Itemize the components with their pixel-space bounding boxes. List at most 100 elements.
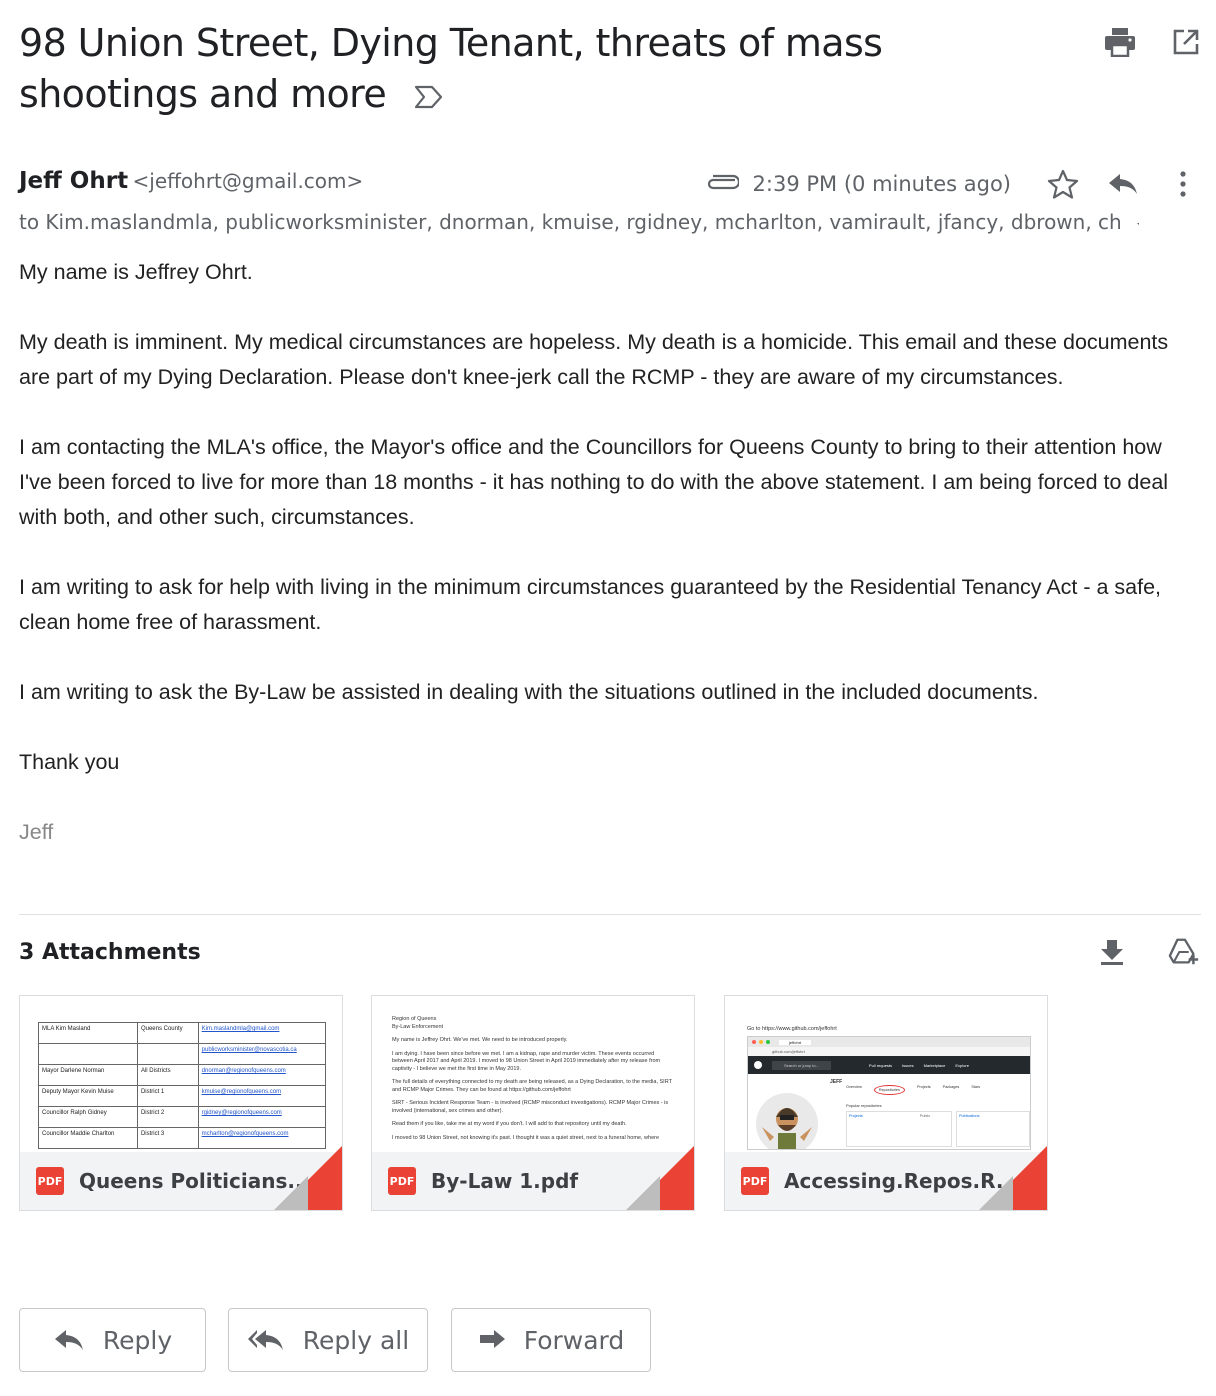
recipients-text: to Kim.maslandmla, publicworksminister, … bbox=[19, 210, 1122, 234]
body-paragraph: Thank you bbox=[19, 750, 120, 774]
preview-line: By-Law Enforcement bbox=[392, 1023, 444, 1030]
preview-cell bbox=[136, 1043, 199, 1065]
preview-cell: dnorman@regionofqueens.com bbox=[197, 1064, 327, 1086]
preview-cell: Mayor Darlene Norman bbox=[38, 1064, 138, 1086]
preview-browser-window: jeffohrt github.com/jeffohrt Search or j… bbox=[747, 1036, 1031, 1150]
preview-profile-tab: Projects bbox=[916, 1085, 931, 1089]
preview-repo: Projects bbox=[849, 1114, 863, 1118]
attachments-divider bbox=[19, 914, 1201, 915]
preview-cell: MLA Kim Masland bbox=[38, 1022, 138, 1044]
subject-text: 98 Union Street, Dying Tenant, threats o… bbox=[19, 21, 883, 116]
attachment-preview: Go to https://www.github.com/jeffohrt je… bbox=[725, 996, 1047, 1152]
preview-cell: Deputy Mayor Kevin Muise bbox=[38, 1085, 138, 1107]
preview-line: I am dying. I have been since before we … bbox=[392, 1050, 661, 1072]
attachment-preview: MLA Kim Masland Queens County Kim.maslandm… bbox=[20, 996, 342, 1152]
recipients-line[interactable]: to Kim.maslandmla, publicworksminister, … bbox=[19, 210, 1139, 236]
page-fold-corner-icon bbox=[626, 1146, 694, 1210]
preview-profile-tab: Stars bbox=[971, 1085, 981, 1089]
preview-goto-text: Go to https://www.github.com/jeffohrt bbox=[747, 1026, 837, 1032]
sender-email[interactable]: <jeffohrt@gmail.com> bbox=[133, 169, 364, 193]
preview-line: My name is Jeffrey Ohrt. We've met. We n… bbox=[392, 1037, 568, 1043]
attachment-card-queens-politicians[interactable]: MLA Kim Masland Queens County Kim.maslandm… bbox=[19, 995, 343, 1211]
more-options-icon[interactable] bbox=[1167, 168, 1199, 200]
sender-row: Jeff Ohrt <jeffohrt@gmail.com> 2:39 PM (… bbox=[19, 168, 1199, 204]
reply-button-label: Reply bbox=[102, 1325, 173, 1355]
preview-nav-item: Issues bbox=[902, 1062, 914, 1068]
pdf-icon: PDF bbox=[36, 1167, 64, 1195]
preview-line: The full details of everything connected… bbox=[392, 1079, 672, 1093]
preview-profile-tab: Overview bbox=[846, 1085, 862, 1089]
preview-cell: District 3 bbox=[136, 1127, 199, 1149]
body-paragraph: My death is imminent. My medical circums… bbox=[19, 330, 1169, 389]
sender-name[interactable]: Jeff Ohrt bbox=[19, 168, 128, 194]
forward-button[interactable]: Forward bbox=[451, 1308, 651, 1372]
preview-line: I moved to 98 Union Street, not knowing … bbox=[392, 1134, 660, 1141]
preview-table: MLA Kim Masland Queens County Kim.maslandm… bbox=[38, 1022, 327, 1149]
reply-all-button-label: Reply all bbox=[302, 1325, 410, 1355]
reply-all-arrow-icon bbox=[247, 1330, 283, 1350]
preview-profile-tab: Repositories bbox=[873, 1085, 905, 1095]
page-fold-corner-icon bbox=[274, 1146, 342, 1210]
preview-nav-item: Explore bbox=[955, 1062, 969, 1068]
preview-popular: Popular repositories bbox=[846, 1103, 882, 1108]
forward-button-label: Forward bbox=[523, 1325, 625, 1355]
preview-repo-visibility: Public bbox=[919, 1114, 931, 1118]
preview-cell: District 1 bbox=[136, 1085, 199, 1107]
pdf-icon: PDF bbox=[741, 1167, 769, 1195]
reply-arrow-icon bbox=[54, 1330, 83, 1350]
print-icon[interactable] bbox=[1104, 26, 1136, 58]
reply-button[interactable]: Reply bbox=[19, 1308, 206, 1372]
preview-cell: rgidney@regionofqueens.com bbox=[197, 1106, 327, 1128]
preview-tab-label: jeffohrt bbox=[779, 1039, 812, 1045]
preview-search: Search or jump to... bbox=[772, 1060, 831, 1070]
forward-arrow-icon bbox=[479, 1330, 505, 1348]
reply-all-button[interactable]: Reply all bbox=[228, 1308, 428, 1372]
body-paragraph: My name is Jeffrey Ohrt. bbox=[19, 260, 253, 284]
message-timestamp: 2:39 PM (0 minutes ago) bbox=[752, 172, 1011, 196]
message-body: My name is Jeffrey Ohrt. My death is imm… bbox=[19, 255, 1199, 885]
preview-cell: Kim.maslandmla@gmail.com bbox=[197, 1022, 327, 1044]
preview-avatar bbox=[756, 1093, 818, 1149]
preview-line: Region of Queens bbox=[392, 1016, 437, 1022]
preview-avatar-text: JEFF bbox=[830, 1079, 843, 1085]
subject-actions bbox=[1104, 26, 1202, 58]
preview-url: github.com/jeffohrt bbox=[748, 1047, 1030, 1056]
preview-cell: Queens County bbox=[136, 1022, 199, 1044]
signature: Jeff bbox=[19, 820, 54, 844]
body-paragraph: I am writing to ask the By-Law be assist… bbox=[19, 680, 1039, 704]
preview-cell: Councillor Maddie Charlton bbox=[38, 1127, 138, 1149]
pdf-icon: PDF bbox=[388, 1167, 416, 1195]
attachment-card-bylaw[interactable]: Region of Queens By-Law Enforcement My n… bbox=[371, 995, 695, 1211]
star-icon[interactable] bbox=[1047, 168, 1079, 200]
preview-nav-item: Pull requests bbox=[868, 1062, 893, 1068]
page-fold-corner-icon bbox=[979, 1146, 1047, 1210]
preview-line: Read them if you like, take me at my wor… bbox=[392, 1121, 627, 1127]
preview-line: SIRT - Serious Incident Response Team - … bbox=[392, 1100, 669, 1114]
attachment-preview: Region of Queens By-Law Enforcement My n… bbox=[372, 996, 694, 1152]
preview-repo: Publications bbox=[956, 1111, 1030, 1147]
attachments-header: 3 Attachments bbox=[19, 940, 201, 965]
download-all-icon[interactable] bbox=[1096, 936, 1128, 968]
importance-marker-icon[interactable] bbox=[414, 71, 444, 122]
show-details-caret-icon[interactable] bbox=[1136, 212, 1139, 236]
preview-cell: publicworksminister@novascotia.ca bbox=[197, 1043, 327, 1065]
open-in-new-window-icon[interactable] bbox=[1170, 26, 1202, 58]
preview-cell: All Districts bbox=[136, 1064, 199, 1086]
attachment-card-accessing-repos[interactable]: Go to https://www.github.com/jeffohrt je… bbox=[724, 995, 1048, 1211]
message-meta: 2:39 PM (0 minutes ago) bbox=[705, 168, 1199, 200]
body-paragraph: I am contacting the MLA's office, the Ma… bbox=[19, 435, 1169, 529]
reply-icon[interactable] bbox=[1107, 168, 1139, 200]
add-to-drive-icon[interactable] bbox=[1168, 936, 1200, 968]
attachment-clip-icon bbox=[705, 174, 740, 195]
email-subject: 98 Union Street, Dying Tenant, threats o… bbox=[19, 18, 1059, 122]
attachment-name: By-Law 1.pdf bbox=[431, 1169, 579, 1193]
body-paragraph: I am writing to ask for help with living… bbox=[19, 575, 1162, 634]
attachments-actions bbox=[1096, 936, 1200, 968]
preview-cell: kmuise@regionofqueens.com bbox=[197, 1085, 327, 1107]
preview-profile-tab: Packages bbox=[942, 1085, 960, 1089]
preview-nav-item: Marketplace bbox=[923, 1062, 946, 1068]
preview-document-text: Region of Queens By-Law Enforcement My n… bbox=[392, 1016, 674, 1148]
preview-cell: Councillor Ralph Gidney bbox=[38, 1106, 138, 1128]
preview-cell bbox=[38, 1043, 138, 1065]
preview-cell: District 2 bbox=[136, 1106, 199, 1128]
